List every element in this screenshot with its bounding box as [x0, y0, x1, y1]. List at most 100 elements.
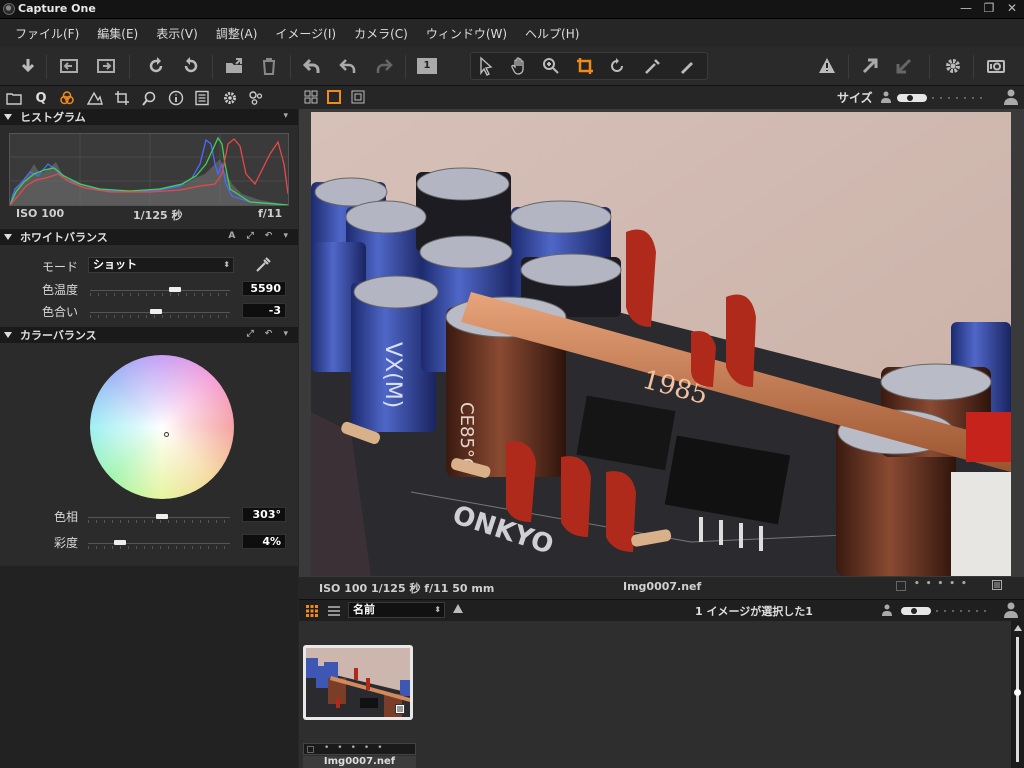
warning-button[interactable]: [814, 53, 840, 79]
rotate-tool[interactable]: [604, 53, 630, 79]
tab-metadata[interactable]: [167, 89, 185, 107]
wb-temp-slider[interactable]: [90, 285, 230, 297]
wb-temp-value[interactable]: 5590: [242, 281, 286, 296]
white-balance-header[interactable]: ホワイトバランス A ⤢ ↶ ▾: [0, 229, 298, 245]
menu-adjust[interactable]: 調整(A): [207, 25, 267, 42]
tab-output[interactable]: [193, 89, 211, 107]
warning-icon: [819, 58, 835, 73]
crop-tool[interactable]: [572, 53, 598, 79]
thumb-grid-icon: [306, 605, 318, 617]
tab-quick[interactable]: Q: [32, 89, 50, 107]
scroll-up-icon[interactable]: [1014, 625, 1022, 631]
thumbnail-view-button[interactable]: [305, 604, 319, 618]
color-wheel-handle[interactable]: [164, 432, 169, 437]
metadata-toggle-button[interactable]: [992, 580, 1002, 590]
menu-help[interactable]: ヘルプ(H): [516, 25, 588, 42]
cb-hue-slider[interactable]: [88, 512, 230, 524]
cb-hue-value[interactable]: 303°: [242, 507, 286, 522]
thumbnail-size-slider[interactable]: [901, 605, 989, 615]
camera-button[interactable]: [983, 53, 1009, 79]
arrow-down-left-icon: [896, 58, 912, 74]
grid-view-button[interactable]: [304, 90, 318, 104]
thumbnail-rating[interactable]: •••••: [303, 743, 416, 755]
move-to-folder-button[interactable]: [221, 53, 247, 79]
undo-button[interactable]: [335, 53, 361, 79]
import-button[interactable]: [15, 53, 41, 79]
tab-batch[interactable]: [247, 89, 265, 107]
proof-view-button[interactable]: [351, 90, 365, 104]
color-wheel[interactable]: [90, 355, 234, 499]
wb-tint-slider[interactable]: [90, 307, 230, 319]
menu-edit[interactable]: 編集(E): [88, 25, 147, 42]
list-view-button[interactable]: [327, 604, 341, 618]
photo-preview[interactable]: ONKYO CE85°C VX(M) 1985: [311, 112, 1011, 576]
reset-button[interactable]: [299, 53, 325, 79]
sort-select[interactable]: 名前 ⬍: [348, 602, 445, 618]
thumbnail-card[interactable]: [303, 645, 413, 720]
slider-thumb[interactable]: [156, 514, 168, 519]
menu-view[interactable]: 表示(V): [147, 25, 207, 42]
copy-adjustments-button[interactable]: [857, 53, 883, 79]
tab-details[interactable]: [140, 89, 158, 107]
browser-scrollbar[interactable]: [1011, 621, 1024, 768]
slider-thumb[interactable]: [150, 309, 162, 314]
tab-lens[interactable]: [113, 89, 131, 107]
section-actions-icons[interactable]: ⤢ ↶ ▾: [246, 329, 292, 339]
rotate-right-button[interactable]: [178, 53, 204, 79]
preferences-button[interactable]: [940, 53, 966, 79]
magnifier-icon: [142, 91, 156, 106]
select-tool[interactable]: [473, 53, 499, 79]
zoom-tool[interactable]: [538, 53, 564, 79]
tab-exposure[interactable]: [86, 89, 104, 107]
sort-direction-button[interactable]: [453, 604, 463, 613]
tab-library[interactable]: [5, 89, 23, 107]
thumbnail-rating-dots[interactable]: •••••: [324, 743, 391, 753]
cb-sat-slider[interactable]: [88, 538, 230, 550]
previous-variant-button[interactable]: [56, 53, 82, 79]
wb-tint-label: 色合い: [41, 305, 78, 319]
zoom-icon: [543, 58, 559, 74]
color-circles-icon: [60, 91, 74, 105]
color-tag-box[interactable]: [896, 581, 906, 591]
tab-settings[interactable]: [221, 89, 239, 107]
variant-count-button[interactable]: 1: [414, 53, 440, 79]
menu-camera[interactable]: カメラ(C): [345, 25, 417, 42]
scroll-track[interactable]: [1016, 637, 1019, 762]
histogram-header[interactable]: ヒストグラム ▾: [0, 109, 298, 125]
slider-thumb[interactable]: [169, 287, 181, 292]
menu-window[interactable]: ウィンドウ(W): [417, 25, 516, 42]
delete-button[interactable]: [256, 53, 282, 79]
section-actions-icons[interactable]: A ⤢ ↶ ▾: [228, 231, 292, 241]
single-view-button[interactable]: [327, 90, 341, 104]
sort-value: 名前: [353, 603, 375, 616]
rotate-cw-icon: [184, 57, 198, 73]
maximize-button[interactable]: ❐: [978, 0, 1000, 16]
cb-sat-value[interactable]: 4%: [242, 534, 286, 549]
picker-tool[interactable]: [640, 53, 666, 79]
next-variant-button[interactable]: [93, 53, 119, 79]
rotate-left-button[interactable]: [143, 53, 169, 79]
compare-left-icon: [60, 59, 78, 73]
wb-mode-select[interactable]: ショット ⬍: [88, 257, 234, 273]
annotate-tool[interactable]: [674, 53, 700, 79]
section-menu-icon[interactable]: ▾: [283, 111, 292, 121]
scroll-thumb[interactable]: [1014, 689, 1021, 696]
color-balance-header[interactable]: カラーバランス ⤢ ↶ ▾: [0, 327, 298, 343]
pan-tool[interactable]: [506, 53, 532, 79]
close-button[interactable]: ✕: [1001, 0, 1023, 16]
menu-file[interactable]: ファイル(F): [6, 25, 88, 42]
rating-dots[interactable]: •••••: [914, 579, 973, 589]
apply-adjustments-button[interactable]: [891, 53, 917, 79]
histogram-shutter: 1/125 秒: [133, 209, 183, 222]
wb-picker-button[interactable]: [254, 256, 272, 274]
viewer-size-slider[interactable]: [897, 92, 985, 102]
thumbnail-color-tag[interactable]: [307, 746, 314, 753]
wb-tint-value[interactable]: -3: [242, 303, 286, 318]
redo-button[interactable]: [371, 53, 397, 79]
main-toolbar: 1: [0, 47, 1024, 86]
slider-thumb[interactable]: [114, 540, 126, 545]
menu-bar: ファイル(F) 編集(E) 表示(V) 調整(A) イメージ(I) カメラ(C)…: [0, 20, 1024, 47]
menu-image[interactable]: イメージ(I): [266, 25, 345, 42]
minimize-button[interactable]: —: [955, 0, 977, 16]
tab-color[interactable]: [58, 89, 76, 107]
